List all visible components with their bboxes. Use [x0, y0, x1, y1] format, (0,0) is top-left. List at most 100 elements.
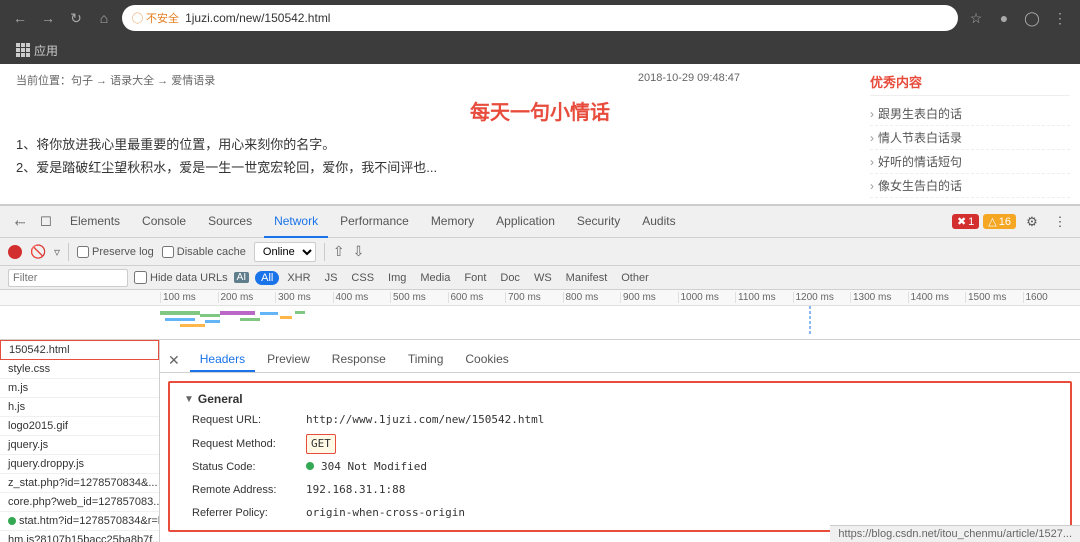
disable-cache-checkbox[interactable]: Disable cache: [162, 246, 246, 258]
file-item-9[interactable]: stat.htm?id=1278570834&r=h...: [0, 512, 159, 531]
detail-tabs: ✕ Headers Preview Response Timing Cookie…: [160, 348, 1080, 373]
nav-buttons: ← → ↻ ⌂: [8, 6, 116, 30]
account-button[interactable]: ◯: [1020, 6, 1044, 30]
sidebar-item-4[interactable]: 像女生告白的话: [870, 174, 1070, 198]
filter-input[interactable]: [8, 269, 128, 287]
webpage-content: 当前位置：句子 → 语录大全 → 爱情语录 2018-10-29 09:48:4…: [0, 64, 1080, 204]
file-item-8[interactable]: core.php?web_id=127857083...: [0, 493, 159, 512]
detail-tab-timing[interactable]: Timing: [398, 348, 454, 372]
timestamp: 2018-10-29 09:48:47: [638, 72, 740, 84]
tab-performance[interactable]: Performance: [330, 206, 419, 238]
tick-1400ms: 1400 ms: [908, 292, 966, 303]
tick-1200ms: 1200 ms: [793, 292, 851, 303]
security-icon: ◯ 不安全: [132, 10, 179, 26]
filter-tab-all[interactable]: All: [255, 271, 279, 285]
tab-network[interactable]: Network: [264, 206, 328, 238]
hide-data-urls-checkbox[interactable]: Hide data URLs AI: [134, 271, 249, 284]
file-item-1[interactable]: style.css: [0, 360, 159, 379]
detail-tab-cookies[interactable]: Cookies: [455, 348, 518, 372]
import-button[interactable]: ⇧: [333, 243, 345, 260]
tick-200ms: 200 ms: [218, 292, 276, 303]
preserve-log-label: Preserve log: [92, 246, 154, 258]
preserve-log-input[interactable]: [77, 246, 89, 258]
referrer-policy-value: origin-when-cross-origin: [306, 504, 465, 523]
filter-tab-img[interactable]: Img: [382, 271, 412, 285]
tick-1000ms: 1000 ms: [678, 292, 736, 303]
filter-tab-ws[interactable]: WS: [528, 271, 558, 285]
file-name-2: m.js: [8, 382, 28, 394]
sidebar-item-2[interactable]: 情人节表白话录: [870, 126, 1070, 150]
sidebar-item-3[interactable]: 好听的情话短句: [870, 150, 1070, 174]
filter-tab-other[interactable]: Other: [615, 271, 655, 285]
filter-tab-font[interactable]: Font: [458, 271, 492, 285]
apps-label: 应用: [34, 42, 58, 59]
request-method-value: GET: [306, 434, 336, 455]
apps-button[interactable]: 应用: [8, 38, 66, 63]
tick-1600: 1600: [1023, 292, 1080, 303]
address-bar[interactable]: ◯ 不安全 1juzi.com/new/150542.html: [122, 5, 958, 31]
filter-tab-manifest[interactable]: Manifest: [560, 271, 614, 285]
tab-sources[interactable]: Sources: [198, 206, 262, 238]
preserve-log-checkbox[interactable]: Preserve log: [77, 246, 154, 258]
status-code-dot: [306, 462, 314, 470]
browser-chrome: ← → ↻ ⌂ ◯ 不安全 1juzi.com/new/150542.html …: [0, 0, 1080, 36]
filter-tab-xhr[interactable]: XHR: [281, 271, 316, 285]
sidebar-item-1[interactable]: 跟男生表白的话: [870, 102, 1070, 126]
tab-memory[interactable]: Memory: [421, 206, 484, 238]
home-button[interactable]: ⌂: [92, 6, 116, 30]
extension-button[interactable]: ●: [992, 6, 1016, 30]
file-item-6[interactable]: jquery.droppy.js: [0, 455, 159, 474]
filter-tab-css[interactable]: CSS: [345, 271, 380, 285]
detail-tab-headers[interactable]: Headers: [190, 348, 255, 372]
clear-button[interactable]: 🚫: [30, 244, 46, 260]
throttle-select[interactable]: Online: [254, 242, 316, 262]
warn-badge: △ 16: [983, 214, 1016, 229]
general-section-header[interactable]: ▼ General: [176, 389, 1064, 409]
general-label: General: [198, 392, 243, 406]
main-panel: 150542.html style.css m.js h.js logo2015…: [0, 340, 1080, 542]
forward-button[interactable]: →: [36, 6, 60, 30]
file-item-2[interactable]: m.js: [0, 379, 159, 398]
menu-button[interactable]: ⋮: [1048, 6, 1072, 30]
export-button[interactable]: ⇩: [353, 243, 365, 260]
general-section-content: Request URL: http://www.1juzi.com/new/15…: [176, 409, 1064, 524]
tab-elements[interactable]: Elements: [60, 206, 130, 238]
detail-tab-response[interactable]: Response: [322, 348, 396, 372]
filter-tab-doc[interactable]: Doc: [494, 271, 526, 285]
remote-address-row: Remote Address: 192.168.31.1:88: [192, 479, 1048, 502]
file-item-4[interactable]: logo2015.gif: [0, 417, 159, 436]
file-item-10[interactable]: hm.js?8107b15bacc25ba8b7f...: [0, 531, 159, 542]
element-picker-button[interactable]: ⬸: [8, 210, 32, 234]
filter-tab-media[interactable]: Media: [414, 271, 456, 285]
file-name-8: core.php?web_id=127857083...: [8, 496, 159, 508]
bookmark-star-button[interactable]: ☆: [964, 6, 988, 30]
disable-cache-input[interactable]: [162, 246, 174, 258]
timeline-container: 100 ms 200 ms 300 ms 400 ms 500 ms 600 m…: [0, 290, 1080, 340]
filter-tab-js[interactable]: JS: [319, 271, 344, 285]
status-code-row: Status Code: 304 Not Modified: [192, 456, 1048, 479]
remote-address-value: 192.168.31.1:88: [306, 481, 405, 500]
ai-badge: AI: [234, 272, 249, 283]
back-button[interactable]: ←: [8, 6, 32, 30]
tab-application[interactable]: Application: [486, 206, 565, 238]
tab-security[interactable]: Security: [567, 206, 630, 238]
hide-data-urls-input[interactable]: [134, 271, 147, 284]
status-hint-bar: https://blog.csdn.net/itou_chenmu/articl…: [830, 525, 1080, 542]
file-item-7[interactable]: z_stat.php?id=1278570834&...: [0, 474, 159, 493]
settings-button[interactable]: ⚙: [1020, 210, 1044, 234]
file-item-5[interactable]: jquery.js: [0, 436, 159, 455]
record-button[interactable]: [8, 245, 22, 259]
more-options-button[interactable]: ⋮: [1048, 210, 1072, 234]
warn-count: 16: [999, 216, 1011, 228]
request-method-label: Request Method:: [192, 435, 302, 454]
device-toggle-button[interactable]: ☐: [34, 210, 58, 234]
close-detail-button[interactable]: ✕: [168, 352, 180, 369]
file-item-3[interactable]: h.js: [0, 398, 159, 417]
tab-console[interactable]: Console: [132, 206, 196, 238]
file-item-0[interactable]: 150542.html: [0, 340, 159, 360]
tab-audits[interactable]: Audits: [632, 206, 685, 238]
reload-button[interactable]: ↻: [64, 6, 88, 30]
file-name-6: jquery.droppy.js: [8, 458, 84, 470]
detail-tab-preview[interactable]: Preview: [257, 348, 320, 372]
file-name-9: stat.htm?id=1278570834&r=h...: [19, 515, 159, 527]
